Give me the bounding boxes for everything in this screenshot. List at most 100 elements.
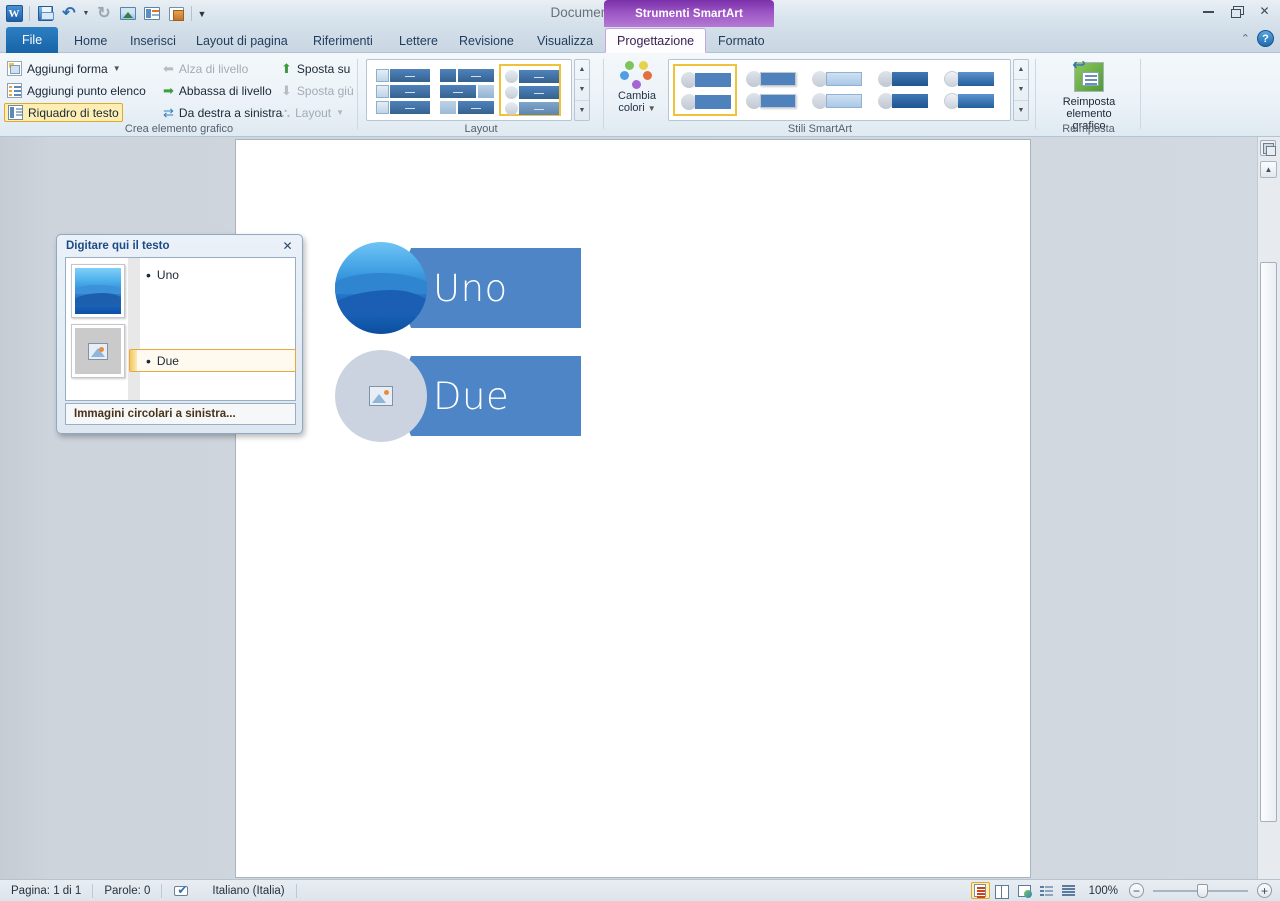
smartart-node-1-picture[interactable]: [335, 242, 427, 334]
selection-indicator: [130, 350, 137, 371]
layouts-scroll-down-icon[interactable]: ▼: [575, 80, 589, 101]
reset-graphic-button[interactable]: ↩ Reimposta elemento grafico: [1050, 57, 1128, 133]
styles-more-icon[interactable]: ▼: [1014, 101, 1028, 120]
zoom-level-label[interactable]: 100%: [1081, 885, 1126, 897]
layouts-more-icon[interactable]: ▼: [575, 101, 589, 120]
smartart-style-item-4[interactable]: [871, 64, 935, 116]
smartart-node-1[interactable]: Uno: [335, 238, 625, 338]
smartart-style-item-1[interactable]: [673, 64, 737, 116]
text-pane-thumbnail-2[interactable]: [71, 324, 125, 378]
text-pane-entry-2[interactable]: • Due: [146, 350, 179, 372]
collapse-ribbon-icon[interactable]: ⌃: [1241, 32, 1250, 45]
restore-button[interactable]: [1225, 2, 1248, 20]
picture-thumbnail-filled-icon: [75, 268, 121, 314]
picture-thumbnail-empty-icon: [75, 328, 121, 374]
move-up-button[interactable]: ⬆ Sposta su: [278, 59, 353, 78]
chevron-down-icon[interactable]: ▼: [113, 64, 121, 73]
bullet-list-icon: [7, 83, 22, 98]
text-pane-dialog[interactable]: Digitare qui il testo ✕ • Uno • Due Imma…: [56, 234, 303, 434]
smartart-node-2-picture-placeholder[interactable]: [335, 350, 427, 442]
group-label-reset: Reimposta: [1062, 123, 1115, 135]
demote-label: Abbassa di livello: [178, 83, 272, 98]
tab-design[interactable]: Progettazione: [605, 28, 707, 53]
smartart-node-2[interactable]: Due: [335, 346, 625, 446]
smartart-graphic[interactable]: Uno Due: [335, 238, 625, 442]
layout-gallery-item-1[interactable]: [371, 64, 433, 116]
web-layout-icon: [1017, 884, 1032, 898]
layout-gallery-item-2[interactable]: [435, 64, 497, 116]
status-language[interactable]: Italiano (Italia): [201, 883, 295, 899]
smartart-style-item-2[interactable]: [739, 64, 803, 116]
text-pane-entry-1[interactable]: • Uno: [146, 264, 179, 286]
text-pane-body[interactable]: • Uno • Due: [65, 257, 296, 401]
smartart-style-item-5[interactable]: [937, 64, 1001, 116]
text-pane-thumbnail-1[interactable]: [71, 264, 125, 318]
smartart-node-1-shape[interactable]: Uno: [395, 248, 581, 328]
tab-format[interactable]: Formato: [707, 28, 776, 53]
spell-check-icon: [173, 883, 190, 898]
status-words[interactable]: Parole: 0: [93, 883, 161, 899]
ribbon-group-layouts: ▲ ▼ ▼ Layout: [358, 53, 604, 137]
spell-check-status[interactable]: [162, 883, 201, 899]
tab-home[interactable]: Home: [63, 28, 118, 53]
rtl-button[interactable]: ⇄ Da destra a sinistra: [160, 103, 285, 122]
group-label-smartart-styles: Stili SmartArt: [787, 123, 853, 135]
arrow-up-icon: ⬆: [281, 61, 292, 76]
layout-button[interactable]: ⛬ Layout ▼: [278, 103, 347, 122]
view-print-layout-button[interactable]: [970, 882, 990, 899]
status-page[interactable]: Pagina: 1 di 1: [0, 883, 92, 899]
zoom-slider[interactable]: [1153, 883, 1248, 898]
layout-gallery-item-3[interactable]: [499, 64, 561, 116]
promote-button[interactable]: ⬅ Alza di livello: [160, 59, 251, 78]
ribbon-group-reset: ↩ Reimposta elemento grafico Reimposta: [1036, 53, 1141, 137]
help-icon[interactable]: ?: [1257, 30, 1274, 47]
text-pane-entry-2-text: Due: [156, 354, 179, 368]
reading-view-icon: [995, 884, 1010, 899]
ribbon: Aggiungi forma ▼ Aggiungi punto elenco R…: [0, 53, 1280, 137]
view-web-layout-button[interactable]: [1015, 882, 1034, 899]
document-page[interactable]: Uno Due: [236, 140, 1030, 877]
tab-insert[interactable]: Inserisci: [119, 28, 187, 53]
text-pane-button[interactable]: Riquadro di testo: [4, 103, 123, 122]
styles-scroll-up-icon[interactable]: ▲: [1014, 60, 1028, 81]
change-colors-label-line1: Cambia: [618, 90, 656, 102]
minimize-button[interactable]: [1197, 2, 1220, 20]
tab-references[interactable]: Riferimenti: [302, 28, 384, 53]
add-bullet-button[interactable]: Aggiungi punto elenco: [4, 81, 149, 100]
scroll-up-icon[interactable]: ▲: [1260, 161, 1277, 178]
zoom-in-button[interactable]: +: [1257, 883, 1272, 898]
view-full-screen-reading-button[interactable]: [993, 882, 1012, 899]
add-shape-label: Aggiungi forma: [27, 61, 108, 76]
smartart-style-item-3[interactable]: [805, 64, 869, 116]
tab-review[interactable]: Revisione: [448, 28, 525, 53]
smartart-styles-gallery: [668, 59, 1011, 121]
scrollbar-thumb[interactable]: [1260, 262, 1277, 822]
view-outline-button[interactable]: [1037, 882, 1056, 899]
move-down-button[interactable]: ⬇ Sposta giù: [278, 81, 357, 100]
text-pane-layout-name: Immagini circolari a sinistra...: [74, 408, 236, 420]
view-draft-button[interactable]: [1059, 882, 1078, 899]
move-down-label: Sposta giù: [296, 83, 354, 98]
styles-scroll-down-icon[interactable]: ▼: [1014, 80, 1028, 101]
draft-view-icon: [1061, 885, 1075, 896]
zoom-out-button[interactable]: −: [1129, 883, 1144, 898]
demote-button[interactable]: ➡ Abbassa di livello: [160, 81, 275, 100]
tab-page-layout[interactable]: Layout di pagina: [185, 28, 299, 53]
close-icon[interactable]: ✕: [280, 239, 295, 253]
layouts-scroll-up-icon[interactable]: ▲: [575, 60, 589, 81]
tab-file[interactable]: File: [6, 27, 59, 53]
tab-view[interactable]: Visualizza: [526, 28, 604, 53]
select-browse-object-icon[interactable]: [1260, 140, 1276, 156]
tab-mailings[interactable]: Lettere: [388, 28, 449, 53]
group-label-layouts: Layout: [464, 123, 498, 135]
org-chart-icon: ⛬: [281, 104, 291, 120]
change-colors-button[interactable]: Cambia colori ▼: [614, 59, 660, 127]
smartart-node-2-shape[interactable]: Due: [395, 356, 581, 436]
chevron-down-icon[interactable]: ▼: [648, 104, 656, 113]
vertical-scrollbar[interactable]: ▲: [1257, 137, 1280, 879]
zoom-slider-thumb[interactable]: [1197, 884, 1208, 898]
close-icon[interactable]: ✕: [1253, 2, 1276, 20]
chevron-down-icon[interactable]: ▼: [336, 108, 344, 117]
layouts-gallery-scroll: ▲ ▼ ▼: [574, 59, 590, 121]
add-shape-button[interactable]: Aggiungi forma ▼: [4, 59, 124, 78]
